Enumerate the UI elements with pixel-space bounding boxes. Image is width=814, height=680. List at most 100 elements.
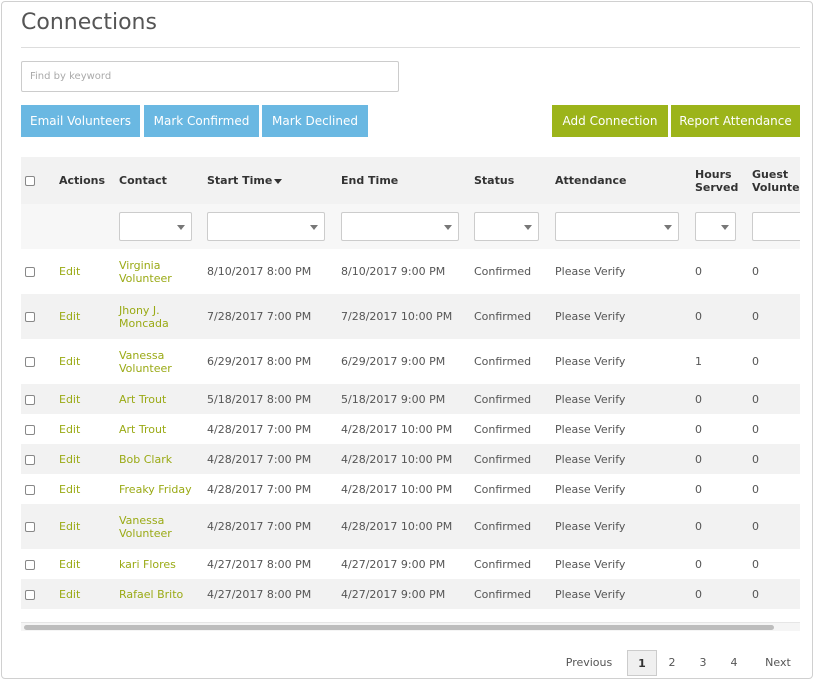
page-title: Connections <box>21 10 157 35</box>
start-time-cell: 4/28/2017 7:00 PM <box>207 482 312 496</box>
contact-link[interactable]: Rafael Brito <box>119 588 183 601</box>
search-input[interactable] <box>21 61 399 92</box>
attendance-cell: Please Verify <box>555 310 626 323</box>
contact-link[interactable]: Jhony J. <box>119 304 160 317</box>
sort-desc-icon <box>274 178 283 184</box>
end-time-cell: 6/29/2017 9:00 PM <box>341 355 446 368</box>
header-hours-line2: Served <box>695 180 739 194</box>
chevron-down-icon <box>721 225 729 230</box>
filter-row <box>21 204 800 249</box>
row-checkbox[interactable] <box>25 559 35 570</box>
guests-filter-select[interactable] <box>752 212 800 241</box>
row-checkbox[interactable] <box>25 454 35 465</box>
status-cell: Confirmed <box>474 355 532 368</box>
hours-served-cell: 1 <box>695 355 702 368</box>
start-time-cell: 5/18/2017 8:00 PM <box>207 392 312 406</box>
contact-link[interactable]: Art Trout <box>119 423 166 436</box>
row-checkbox[interactable] <box>25 484 35 495</box>
status-cell: Confirmed <box>474 482 532 496</box>
edit-link[interactable]: Edit <box>59 355 80 368</box>
edit-link[interactable]: Edit <box>59 310 80 323</box>
header-end-time[interactable]: End Time <box>337 157 470 204</box>
title-divider <box>21 47 800 48</box>
header-status[interactable]: Status <box>470 157 551 204</box>
edit-link[interactable]: Edit <box>59 520 80 533</box>
header-hours-served[interactable]: Hours Served <box>691 157 748 204</box>
mark-confirmed-button[interactable]: Mark Confirmed <box>144 105 259 137</box>
start-time-cell: 8/10/2017 8:00 PM <box>207 265 312 278</box>
start-time-filter-select[interactable] <box>207 212 325 241</box>
hours-filter-select[interactable] <box>695 212 736 241</box>
table-row: Edit Vanessa Volunteer 4/28/2017 7:00 PM 4/2… <box>21 504 800 549</box>
select-all-checkbox[interactable] <box>25 176 35 186</box>
contact-filter-select[interactable] <box>119 212 192 241</box>
contact-link-line2[interactable]: Volunteer <box>119 527 172 540</box>
contact-link-line2[interactable]: Volunteer <box>119 272 172 285</box>
contact-link-line2[interactable]: Volunteer <box>119 362 172 375</box>
start-time-cell: 7/28/2017 7:00 PM <box>207 310 312 323</box>
header-start-time[interactable]: Start Time <box>203 157 337 204</box>
contact-link[interactable]: kari Flores <box>119 558 176 571</box>
row-checkbox[interactable] <box>25 522 35 532</box>
row-checkbox[interactable] <box>25 424 35 435</box>
scrollbar-thumb[interactable] <box>24 625 774 630</box>
end-time-filter-select[interactable] <box>341 212 459 241</box>
pagination-next[interactable]: Next <box>759 650 797 676</box>
mark-declined-button[interactable]: Mark Declined <box>262 105 368 137</box>
status-filter-select[interactable] <box>474 212 539 241</box>
edit-link[interactable]: Edit <box>59 423 80 436</box>
status-cell: Confirmed <box>474 265 532 278</box>
end-time-cell: 4/28/2017 10:00 PM <box>341 482 453 496</box>
report-attendance-button[interactable]: Report Attendance <box>671 105 800 137</box>
contact-link[interactable]: Virginia <box>119 259 160 272</box>
table-row: Edit Rafael Brito 4/27/2017 8:00 PM 4/27/20… <box>21 579 800 609</box>
pagination-previous[interactable]: Previous <box>562 650 616 676</box>
status-cell: Confirmed <box>474 310 532 323</box>
pagination-page-3[interactable]: 3 <box>693 650 713 676</box>
table-row: Edit Jhony J. Moncada 7/28/2017 7:00 PM 7/28… <box>21 294 800 339</box>
email-volunteers-button[interactable]: Email Volunteers <box>21 105 140 137</box>
edit-link[interactable]: Edit <box>59 453 80 466</box>
header-start-time-label: Start Time <box>207 174 273 187</box>
contact-link-line2[interactable]: Moncada <box>119 317 169 330</box>
hours-served-cell: 0 <box>695 392 702 406</box>
hours-served-cell: 0 <box>695 452 702 466</box>
row-checkbox[interactable] <box>25 267 35 277</box>
table-row: Edit Art Trout 5/18/2017 8:00 PM 5/18/2017 … <box>21 384 800 414</box>
edit-link[interactable]: Edit <box>59 588 80 601</box>
header-guest-volunteers[interactable]: GuestVolunteers <box>748 157 800 204</box>
contact-link[interactable]: Vanessa <box>119 349 164 362</box>
guest-volunteers-cell: 0 <box>752 355 759 368</box>
attendance-cell: Please Verify <box>555 587 626 601</box>
add-connection-button[interactable]: Add Connection <box>552 105 668 137</box>
hours-served-cell: 0 <box>695 265 702 278</box>
edit-link[interactable]: Edit <box>59 393 80 406</box>
pagination-page-4[interactable]: 4 <box>724 650 744 676</box>
connections-panel: Connections Email Volunteers Mark Confir… <box>1 1 813 679</box>
edit-link[interactable]: Edit <box>59 265 80 278</box>
contact-link[interactable]: Freaky Friday <box>119 483 192 496</box>
edit-link[interactable]: Edit <box>59 558 80 571</box>
end-time-cell: 4/28/2017 10:00 PM <box>341 422 453 436</box>
edit-link[interactable]: Edit <box>59 483 80 496</box>
horizontal-scrollbar[interactable] <box>21 622 800 631</box>
header-attendance[interactable]: Attendance <box>551 157 691 204</box>
row-checkbox[interactable] <box>25 312 35 322</box>
contact-link[interactable]: Vanessa <box>119 514 164 527</box>
table-row: Edit Virginia Volunteer 8/10/2017 8:00 PM 8/… <box>21 249 800 294</box>
pagination-page-2[interactable]: 2 <box>662 650 682 676</box>
row-checkbox[interactable] <box>25 589 35 600</box>
row-checkbox[interactable] <box>25 394 35 405</box>
pagination-page-1[interactable]: 1 <box>627 650 657 676</box>
chevron-down-icon <box>664 225 672 230</box>
start-time-cell: 4/28/2017 7:00 PM <box>207 422 312 436</box>
hours-served-cell: 0 <box>695 422 702 436</box>
contact-link[interactable]: Bob Clark <box>119 453 172 466</box>
row-checkbox[interactable] <box>25 357 35 367</box>
attendance-filter-select[interactable] <box>555 212 679 241</box>
header-contact[interactable]: Contact <box>115 157 203 204</box>
guest-volunteers-cell: 0 <box>752 265 759 278</box>
table-row: Edit Vanessa Volunteer 6/29/2017 8:00 PM 6/2… <box>21 339 800 384</box>
contact-link[interactable]: Art Trout <box>119 393 166 406</box>
chevron-down-icon <box>177 225 185 230</box>
